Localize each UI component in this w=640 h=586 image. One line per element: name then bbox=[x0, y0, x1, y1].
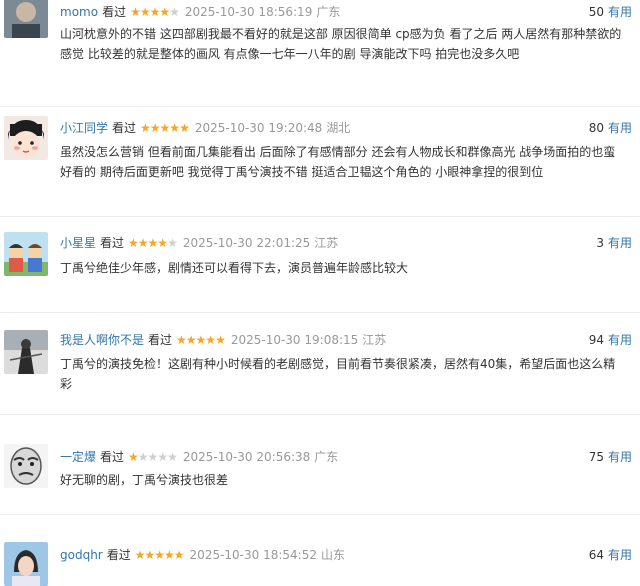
watched-label: 看过 bbox=[106, 548, 131, 562]
avatar[interactable] bbox=[4, 542, 48, 586]
review-meta: 小星星 看过 ★★★★★ 2025-10-30 22:01:25 江苏 3 有用 bbox=[60, 233, 632, 253]
review-meta: godqhr 看过 ★★★★★ 2025-10-30 18:54:52 山东 64 有用 bbox=[60, 545, 632, 565]
review-meta: 小江同学 看过 ★★★★★ 2025-10-30 19:20:48 湖北 80 有用 bbox=[60, 118, 632, 138]
review-item: 一定爆 看过 ★★★★★ 2025-10-30 20:56:38 广东 75 有用 好无聊… bbox=[0, 414, 640, 515]
watched-label: 看过 bbox=[100, 236, 125, 250]
review-location: 江苏 bbox=[362, 333, 387, 347]
rating-stars: ★★★★★ bbox=[130, 5, 180, 19]
username-link[interactable]: 我是人啊你不是 bbox=[60, 333, 144, 347]
review-text: 好无聊的剧，丁禹兮演技也很差 bbox=[60, 473, 229, 487]
username-link[interactable]: 小江同学 bbox=[60, 121, 108, 135]
useful-vote[interactable]: 94 有用 bbox=[589, 330, 632, 350]
useful-vote[interactable]: 50 有用 bbox=[589, 2, 632, 22]
rating-stars: ★★★★★ bbox=[176, 333, 226, 347]
vote-count: 75 bbox=[588, 450, 604, 464]
useful-button[interactable]: 有用 bbox=[608, 236, 632, 250]
review-time: 2025-10-30 18:54:52 bbox=[189, 548, 317, 562]
useful-vote[interactable]: 64 有用 bbox=[589, 545, 632, 565]
review-item: godqhr 看过 ★★★★★ 2025-10-30 18:54:52 山东 64 有用 bbox=[0, 514, 640, 586]
review-text: 山河枕意外的不错 这四部剧我最不看好的就是这部 原因很简单 cp感为负 看了之后… bbox=[60, 27, 622, 61]
username-link[interactable]: momo bbox=[60, 5, 98, 19]
vote-count: 80 bbox=[588, 121, 604, 135]
review-location: 江苏 bbox=[314, 236, 339, 250]
useful-button[interactable]: 有用 bbox=[608, 333, 632, 347]
rating-stars: ★★★★★ bbox=[134, 548, 185, 562]
review-text: 虽然没怎么营销 但看前面几集能看出 后面除了有感情部分 还会有人物成长和群像高光… bbox=[60, 145, 616, 179]
watched-label: 看过 bbox=[148, 333, 173, 347]
review-time: 2025-10-30 19:20:48 bbox=[194, 121, 323, 135]
review-time: 2025-10-30 20:56:38 bbox=[182, 450, 311, 464]
vote-count: 94 bbox=[588, 333, 604, 347]
review-text: 丁禹兮绝佳少年感，剧情还可以看得下去，演员普遍年龄感比较大 bbox=[60, 261, 409, 275]
username-link[interactable]: 小星星 bbox=[60, 236, 96, 250]
watched-label: 看过 bbox=[102, 5, 127, 19]
review-meta: 一定爆 看过 ★★★★★ 2025-10-30 20:56:38 广东 75 有用 bbox=[60, 447, 632, 467]
review-meta: 我是人啊你不是 看过 ★★★★★ 2025-10-30 19:08:15 江苏 94 有用 bbox=[60, 330, 632, 350]
rating-stars: ★★★★★ bbox=[128, 236, 178, 250]
avatar[interactable] bbox=[4, 232, 48, 276]
avatar[interactable] bbox=[4, 444, 48, 488]
vote-count: 50 bbox=[588, 5, 604, 19]
useful-vote[interactable]: 80 有用 bbox=[589, 118, 632, 138]
review-item: momo 看过 ★★★★★ 2025-10-30 18:56:19 广东 50 有用 山河… bbox=[0, 0, 640, 107]
review-item: 我是人啊你不是 看过 ★★★★★ 2025-10-30 19:08:15 江苏 94 有用… bbox=[0, 312, 640, 415]
useful-button[interactable]: 有用 bbox=[608, 121, 632, 135]
review-time: 2025-10-30 19:08:15 bbox=[230, 333, 359, 347]
review-text: 丁禹兮的演技免检！这剧有种小时候看的老剧感觉，目前看节奏很紧凑，居然有40集，希… bbox=[60, 357, 616, 391]
review-time: 2025-10-30 18:56:19 bbox=[184, 5, 313, 19]
rating-stars: ★★★★★ bbox=[128, 450, 178, 464]
rating-stars: ★★★★★ bbox=[140, 121, 190, 135]
useful-button[interactable]: 有用 bbox=[608, 548, 632, 562]
vote-count: 3 bbox=[596, 236, 604, 250]
useful-button[interactable]: 有用 bbox=[608, 450, 632, 464]
vote-count: 64 bbox=[588, 548, 604, 562]
review-location: 山东 bbox=[321, 548, 346, 562]
useful-button[interactable]: 有用 bbox=[608, 5, 632, 19]
review-location: 广东 bbox=[314, 450, 339, 464]
avatar[interactable] bbox=[4, 330, 48, 374]
review-item: 小星星 看过 ★★★★★ 2025-10-30 22:01:25 江苏 3 有用 丁禹兮绝… bbox=[0, 216, 640, 313]
review-time: 2025-10-30 22:01:25 bbox=[182, 236, 311, 250]
review-location: 广东 bbox=[316, 5, 341, 19]
username-link[interactable]: godqhr bbox=[60, 548, 103, 562]
avatar[interactable] bbox=[4, 0, 48, 38]
review-meta: momo 看过 ★★★★★ 2025-10-30 18:56:19 广东 50 有用 bbox=[60, 2, 632, 22]
review-location: 湖北 bbox=[326, 121, 351, 135]
avatar[interactable] bbox=[4, 116, 48, 160]
watched-label: 看过 bbox=[112, 121, 137, 135]
useful-vote[interactable]: 3 有用 bbox=[596, 233, 632, 253]
review-item: 小江同学 看过 ★★★★★ 2025-10-30 19:20:48 湖北 80 有用 虽然… bbox=[0, 106, 640, 217]
useful-vote[interactable]: 75 有用 bbox=[589, 447, 632, 467]
username-link[interactable]: 一定爆 bbox=[60, 450, 96, 464]
watched-label: 看过 bbox=[100, 450, 125, 464]
